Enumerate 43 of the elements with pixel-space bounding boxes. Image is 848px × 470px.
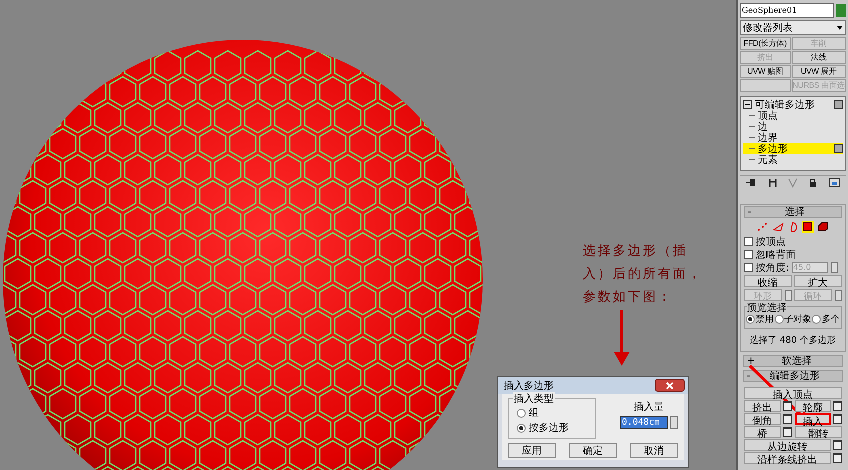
checkbox-label: 忽略背面: [756, 248, 796, 262]
checkbox-label: 按顶点: [756, 236, 786, 248]
panel-button[interactable]: 桥: [744, 426, 780, 438]
panel-button[interactable]: 插入顶点: [744, 387, 842, 399]
radio-option[interactable]: 子对象: [774, 313, 812, 326]
panel-button[interactable]: 翻转: [794, 426, 842, 438]
panel-button[interactable]: 轮廓: [794, 400, 831, 412]
panel-button[interactable]: 倒角: [744, 413, 780, 425]
stack-sub-item[interactable]: 顶点: [743, 110, 843, 121]
modifier-button[interactable]: FFD(长方体): [740, 37, 791, 50]
checkbox-label: 按角度:: [756, 262, 790, 274]
rollout-header[interactable]: + 软选择: [743, 355, 843, 367]
dialog-button[interactable]: 确定: [569, 443, 617, 458]
panel-button[interactable]: 沿样条线挤出: [744, 452, 831, 464]
object-name-field[interactable]: GeoSphere01: [740, 3, 834, 18]
modifier-button[interactable]: 法线: [792, 51, 846, 64]
radio-option[interactable]: 多个: [812, 313, 840, 326]
radio-option[interactable]: 按多边形: [517, 421, 587, 435]
rollout-header[interactable]: - 选择: [744, 206, 842, 218]
stack-sub-item[interactable]: 多边形: [743, 143, 843, 154]
radio-option[interactable]: 组: [517, 406, 587, 420]
dialog-button[interactable]: 取消: [630, 443, 678, 458]
stack-sub-item[interactable]: 边: [743, 121, 843, 132]
panel-button[interactable]: 挤出: [744, 400, 780, 412]
modifier-button[interactable]: UVW 贴图: [740, 65, 791, 78]
panel-button[interactable]: 从边旋转: [744, 439, 831, 451]
rollout-header[interactable]: - 编辑多边形: [743, 370, 843, 382]
amount-field[interactable]: 0.048cm: [620, 416, 668, 429]
panel-button[interactable]: 收缩: [744, 275, 792, 287]
group-label: 预览选择: [747, 301, 787, 315]
stack-item[interactable]: 可编辑多边形: [743, 99, 843, 110]
stack-sub-item[interactable]: 边界: [743, 132, 843, 143]
selection-status: 选择了 480 个多边形: [749, 334, 837, 348]
dialog-button[interactable]: 应用: [508, 443, 556, 458]
dialog-title: 插入多边形: [504, 380, 554, 392]
panel-button[interactable]: 扩大: [794, 275, 842, 287]
amount-label: 插入量: [634, 400, 664, 414]
modifier-list-dropdown[interactable]: 修改器列表: [740, 20, 846, 35]
radio-option[interactable]: 禁用: [746, 313, 774, 326]
annotation-text: 选择多边形（插入）后的所有面，参数如下图：: [583, 243, 704, 307]
stack-sub-item[interactable]: 元素: [743, 154, 843, 165]
group-label: 插入类型: [513, 392, 555, 406]
modifier-button[interactable]: UVW 展开: [792, 65, 846, 78]
